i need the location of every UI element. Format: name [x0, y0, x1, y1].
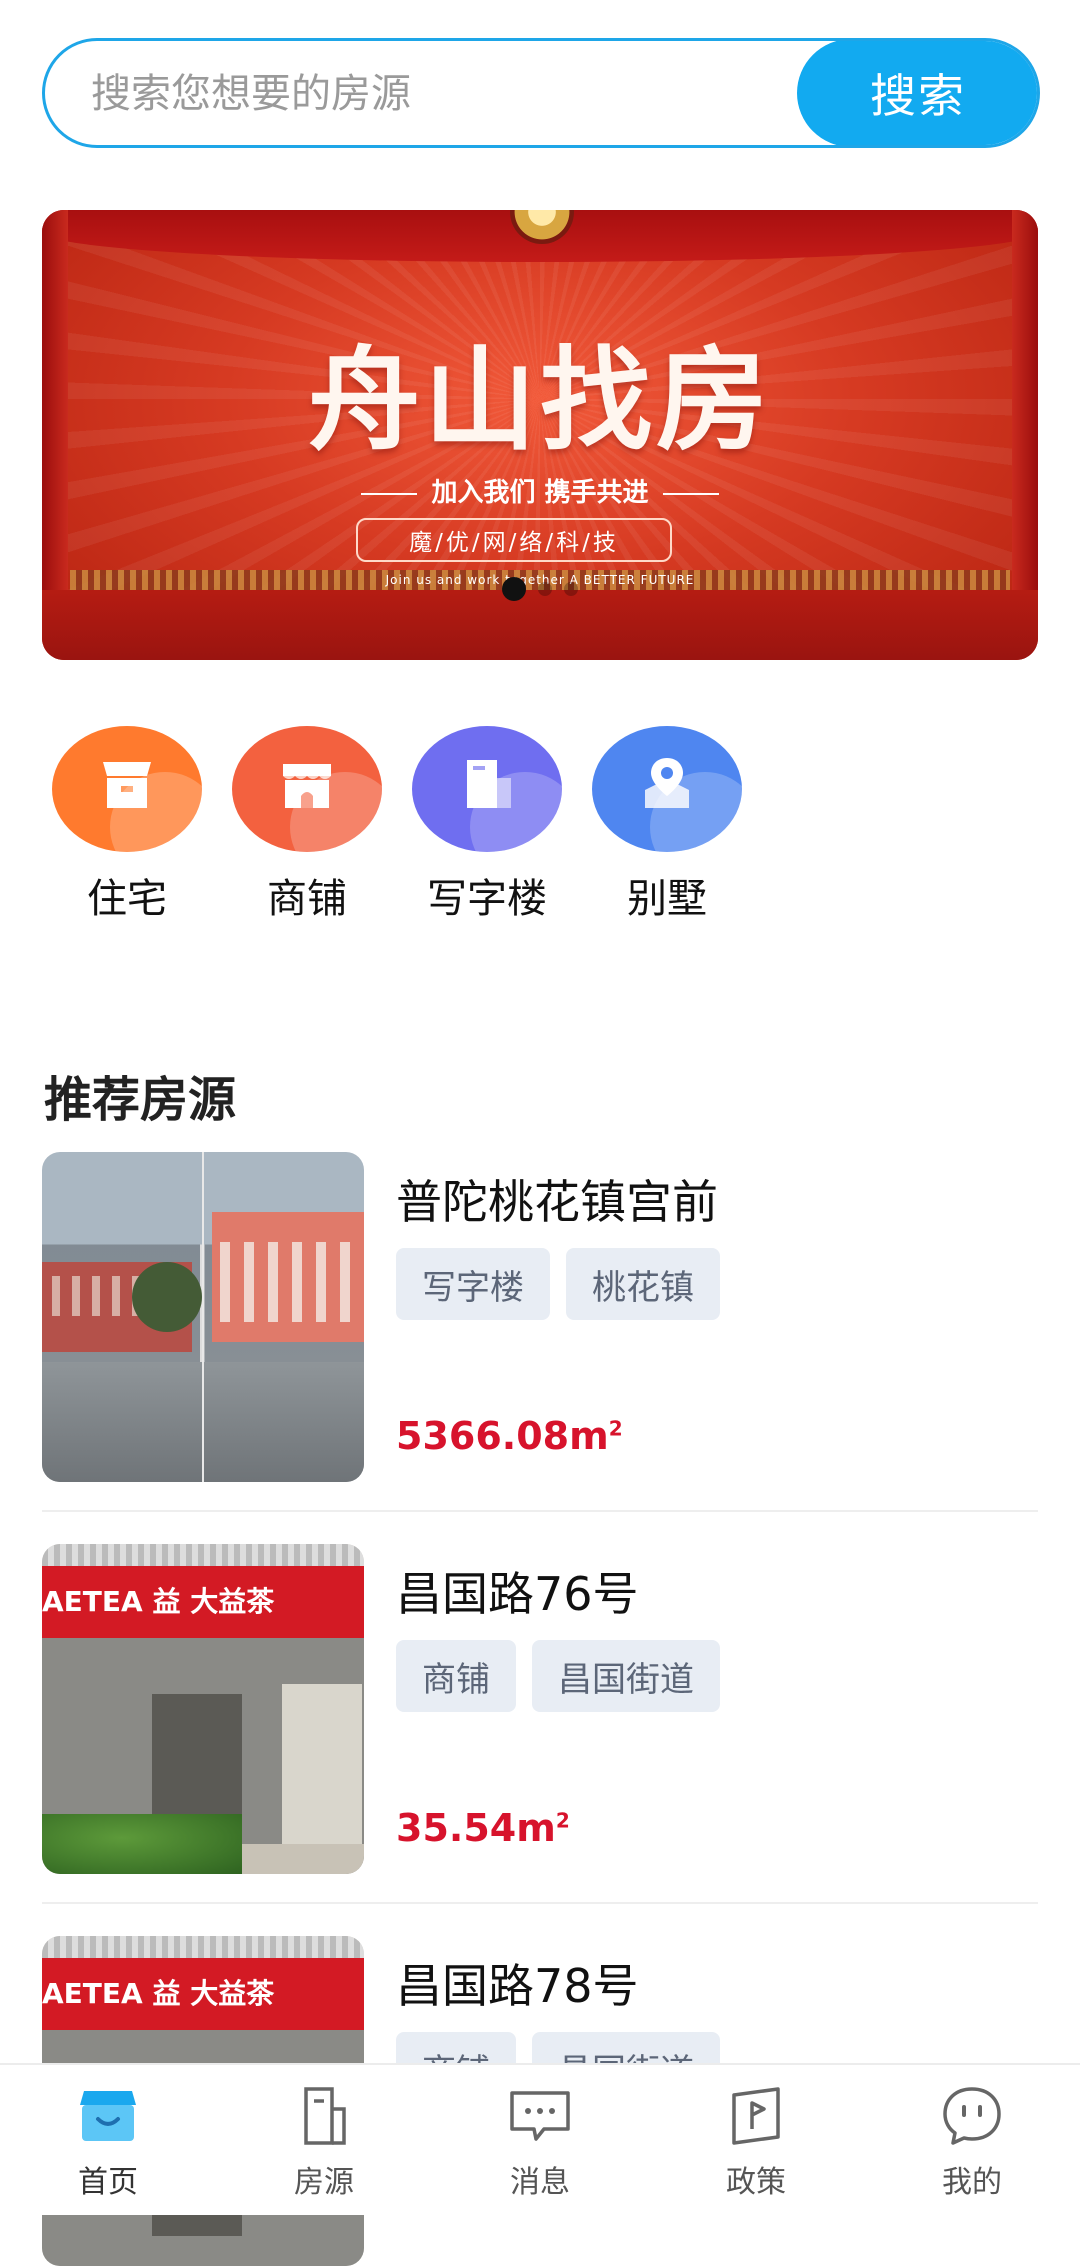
- nav-listings[interactable]: 房源: [244, 2085, 404, 2201]
- carousel-dot[interactable]: [502, 577, 526, 601]
- listing-area-value: 35.54: [396, 1806, 517, 1850]
- banner-title: 舟山找房: [308, 335, 772, 466]
- listing-photo: [42, 1152, 364, 1482]
- shop-sign: AETEA 益 大益茶: [42, 1958, 364, 2030]
- home-icon: [76, 2085, 140, 2147]
- listing-area-unit: m: [569, 1414, 609, 1458]
- listing-card[interactable]: AETEA 益 大益茶 昌国路76号 商铺 昌国街道 35.54m2: [42, 1544, 1038, 1874]
- nav-label: 房源: [294, 2165, 354, 2200]
- carousel-dots: [42, 577, 1038, 601]
- listing-photo: AETEA 益 大益茶: [42, 1544, 364, 1874]
- listing-card[interactable]: 普陀桃花镇宫前 写字楼 桃花镇 5366.08m2: [42, 1152, 1038, 1482]
- banner-subtitle-text: 加入我们 携手共进: [431, 478, 649, 508]
- listing-tag: 写字楼: [396, 1248, 550, 1320]
- divider: [42, 1902, 1038, 1904]
- nav-label: 首页: [78, 2165, 138, 2200]
- listing-area-unit-sup: 2: [555, 1808, 570, 1833]
- divider: [42, 1510, 1038, 1512]
- shop-sign-text: AETEA 益 大益茶: [42, 1585, 275, 1618]
- category-label: 商铺: [267, 876, 347, 922]
- listing-title: 昌国路76号: [396, 1567, 639, 1621]
- listing-title: 昌国路78号: [396, 1959, 639, 2013]
- category-label: 住宅: [87, 876, 167, 922]
- listing-area-unit-sup: 2: [608, 1416, 623, 1441]
- listing-area: 35.54m2: [396, 1806, 570, 1850]
- category-label: 别墅: [627, 876, 707, 922]
- nav-profile[interactable]: 我的: [892, 2085, 1052, 2201]
- carousel-dot[interactable]: [538, 582, 552, 596]
- message-icon: [508, 2085, 572, 2147]
- listing-tags: 写字楼 桃花镇: [396, 1248, 720, 1320]
- document-icon: [292, 2085, 356, 2147]
- nav-label: 消息: [510, 2165, 570, 2200]
- listing-area-unit: m: [516, 1806, 556, 1850]
- nav-messages[interactable]: 消息: [460, 2085, 620, 2201]
- listing-tag: 商铺: [396, 1640, 516, 1712]
- listing-area: 5366.08m2: [396, 1414, 623, 1458]
- promo-banner[interactable]: 舟山找房 加入我们 携手共进 魔/优/网/络/科/技 Join us and w…: [42, 210, 1038, 660]
- office-building-icon: [412, 726, 562, 852]
- category-grid: 住宅 商铺 写字楼 别墅: [42, 726, 1038, 926]
- carousel-dot[interactable]: [564, 582, 578, 596]
- house-icon: [52, 726, 202, 852]
- listing-tag: 桃花镇: [566, 1248, 720, 1320]
- banner-tag: 魔/优/网/络/科/技: [356, 518, 672, 562]
- nav-label: 政策: [726, 2165, 786, 2200]
- section-title: 推荐房源: [44, 1072, 237, 1128]
- nav-policy[interactable]: 政策: [676, 2085, 836, 2201]
- profile-chat-icon: [940, 2085, 1004, 2147]
- search-button[interactable]: 搜索: [797, 41, 1037, 145]
- bottom-nav: 首页 房源 消息 政策 我的: [0, 2063, 1080, 2215]
- map-pin-icon: [592, 726, 742, 852]
- listing-title: 普陀桃花镇宫前: [396, 1175, 718, 1229]
- category-label: 写字楼: [427, 876, 547, 922]
- policy-flag-icon: [724, 2085, 788, 2147]
- category-office[interactable]: 写字楼: [402, 726, 572, 924]
- search-bar: 搜索: [42, 38, 1040, 148]
- listing-tags: 商铺 昌国街道: [396, 1640, 720, 1712]
- category-villa[interactable]: 别墅: [582, 726, 752, 924]
- banner-subtitle: 加入我们 携手共进: [42, 472, 1038, 509]
- listing-area-value: 5366.08: [396, 1414, 570, 1458]
- nav-home[interactable]: 首页: [28, 2085, 188, 2201]
- nav-label: 我的: [942, 2165, 1002, 2200]
- category-residential[interactable]: 住宅: [42, 726, 212, 924]
- storefront-icon: [232, 726, 382, 852]
- category-shop[interactable]: 商铺: [222, 726, 392, 924]
- shop-sign: AETEA 益 大益茶: [42, 1566, 364, 1638]
- search-input[interactable]: [45, 41, 853, 145]
- shop-sign-text: AETEA 益 大益茶: [42, 1977, 275, 2010]
- listing-tag: 昌国街道: [532, 1640, 720, 1712]
